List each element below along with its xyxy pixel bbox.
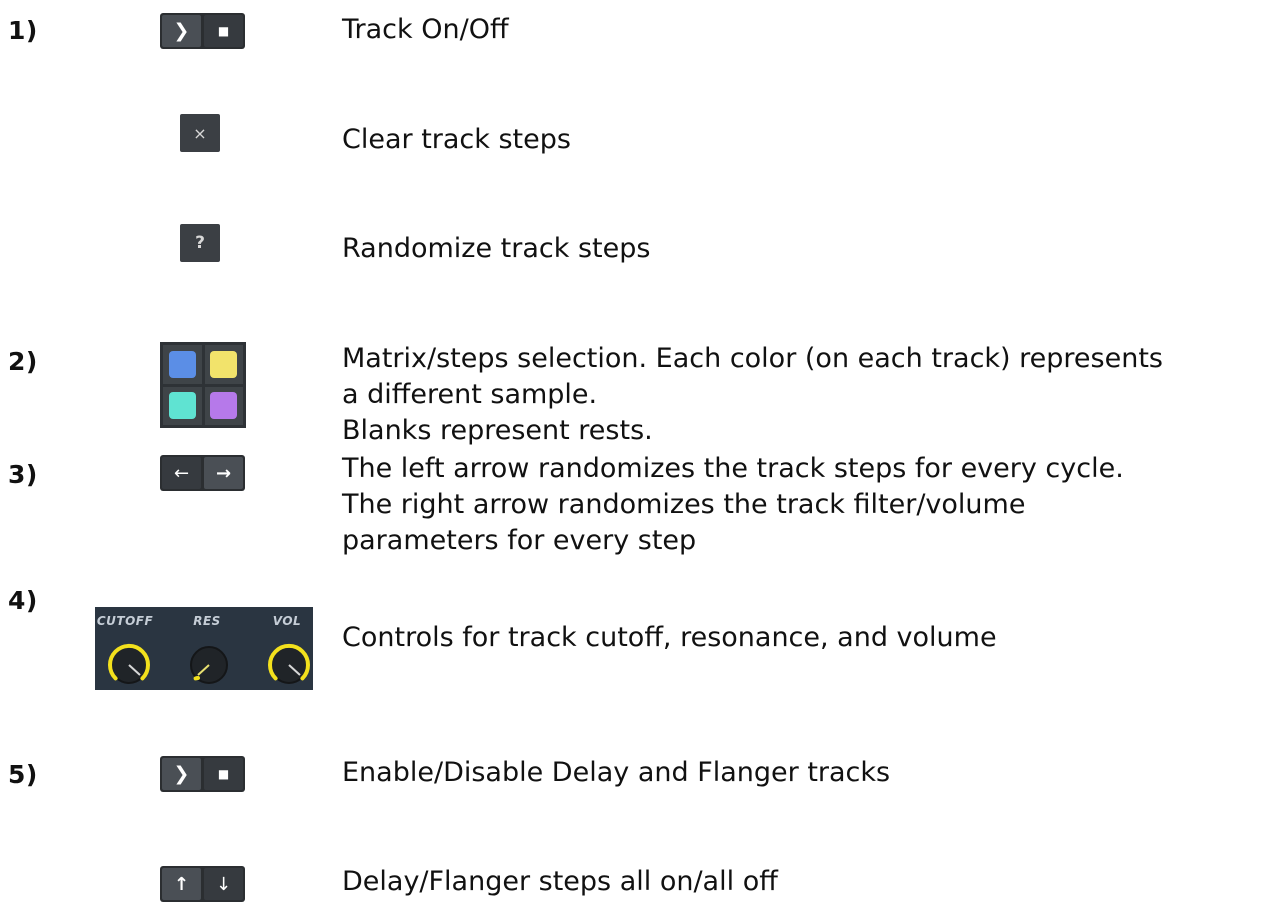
fx-enable-description: Enable/Disable Delay and Flanger tracks	[342, 757, 891, 788]
stop-icon[interactable]: ■	[204, 15, 243, 47]
arrows-description: The left arrow randomizes the track step…	[342, 451, 1124, 559]
item-number-2: 2)	[8, 347, 38, 376]
vol-knob[interactable]	[268, 644, 310, 684]
track-on-off-description: Track On/Off	[342, 14, 509, 45]
clear-icon[interactable]: ×	[180, 114, 220, 152]
sample-pad-yellow	[210, 350, 238, 378]
sample-pad-purple	[210, 392, 238, 420]
right-arrow-icon[interactable]: →	[204, 457, 243, 489]
matrix-description-line: Matrix/steps selection. Each color (on e…	[342, 343, 1163, 374]
arrows-description-line: parameters for every step	[342, 525, 697, 556]
knob-panel: CUTOFF RES VOL	[95, 607, 313, 690]
vol-label: VOL	[273, 614, 301, 628]
knob-panel-graphic: CUTOFF RES VOL	[97, 614, 310, 684]
res-knob[interactable]	[190, 646, 228, 684]
res-label: RES	[193, 614, 221, 628]
fx-steps-description: Delay/Flanger steps all on/all off	[342, 866, 778, 897]
matrix-cell[interactable]	[204, 345, 243, 384]
matrix-description: Matrix/steps selection. Each color (on e…	[342, 341, 1163, 449]
arrows-description-line: The left arrow randomizes the track step…	[342, 453, 1124, 484]
matrix-description-line: Blanks represent rests.	[342, 415, 653, 446]
fx-steps-control: ↑ ↓	[160, 866, 245, 902]
matrix-cell[interactable]	[204, 386, 243, 425]
randomize-arrows-control: ← →	[160, 455, 245, 491]
arrows-description-line: The right arrow randomizes the track fil…	[342, 489, 1026, 520]
knobs-description: Controls for track cutoff, resonance, an…	[342, 622, 997, 653]
step-matrix	[160, 342, 246, 428]
sample-pad-blue	[168, 350, 196, 378]
item-number-4: 4)	[8, 586, 38, 615]
play-icon[interactable]: ❯	[162, 15, 201, 47]
matrix-cell[interactable]	[163, 345, 202, 384]
matrix-description-line: a different sample.	[342, 379, 598, 410]
left-arrow-icon[interactable]: ←	[162, 457, 201, 489]
stop-icon[interactable]: ■	[204, 758, 243, 790]
randomize-steps-description: Randomize track steps	[342, 233, 651, 264]
cutoff-knob[interactable]	[108, 644, 150, 684]
item-number-5: 5)	[8, 760, 38, 789]
item-number-1: 1)	[8, 16, 38, 45]
clear-steps-description: Clear track steps	[342, 124, 571, 155]
cutoff-label: CUTOFF	[97, 614, 154, 628]
play-icon[interactable]: ❯	[162, 758, 201, 790]
track-on-off-control: ❯ ■	[160, 13, 245, 49]
sample-pad-teal	[168, 392, 196, 420]
fx-enable-control: ❯ ■	[160, 756, 245, 792]
matrix-cell[interactable]	[163, 386, 202, 425]
randomize-icon[interactable]: ?	[180, 224, 220, 262]
up-arrow-icon[interactable]: ↑	[162, 868, 201, 900]
item-number-3: 3)	[8, 460, 38, 489]
down-arrow-icon[interactable]: ↓	[204, 868, 243, 900]
